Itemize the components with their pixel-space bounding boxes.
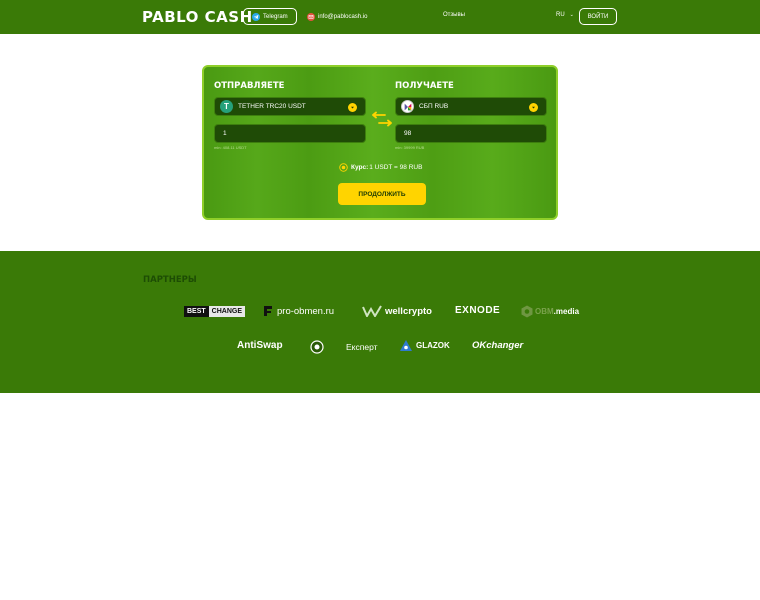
receive-currency-select[interactable]: СБП RUB [395, 97, 547, 116]
telegram-button[interactable]: Telegram [243, 8, 297, 25]
bestchange-part1: BEST [184, 306, 209, 317]
partner-okchanger[interactable]: OKchanger [472, 340, 523, 351]
partners-section: ПАРТНЕРЫ BEST CHANGE pro-obmen.ru wellcry… [0, 251, 760, 393]
ekspert-label: Експерт [346, 342, 378, 352]
login-button[interactable]: ВОЙТИ [579, 8, 617, 25]
rate-icon [339, 163, 348, 172]
mail-icon [307, 12, 315, 21]
send-amount-input[interactable]: 1 [214, 124, 366, 143]
rate-value: 1 USDT = 98 RUB [369, 164, 423, 171]
continue-button[interactable]: ПРОДОЛЖИТЬ [338, 183, 426, 205]
send-min-hint: min: 408.11 USDT [214, 145, 247, 150]
language-selector[interactable]: RU ⌄ [556, 12, 574, 18]
send-currency-select[interactable]: T TETHER TRC20 USDT [214, 97, 366, 116]
tether-icon: T [220, 100, 233, 113]
chevron-down-icon [348, 102, 357, 112]
wellcrypto-icon [362, 305, 382, 317]
exchange-form: ОТПРАВЛЯЕТЕ T TETHER TRC20 USDT 1 min: 4… [202, 65, 558, 220]
partner-pro-obmen[interactable]: pro-obmen.ru [262, 305, 334, 317]
partners-title: ПАРТНЕРЫ [143, 275, 197, 285]
pro-obmen-icon [264, 306, 272, 316]
receive-min-hint: min: 39999 RUB [395, 145, 425, 150]
swap-arrows-icon[interactable] [372, 111, 392, 127]
header: PABLO CASH Telegram info@pablocash.io От… [0, 0, 760, 34]
partner-glazok[interactable]: GLAZOK [399, 339, 450, 352]
rate-label: Курс: [351, 164, 369, 171]
partner-obmen-media[interactable]: OBM .media [521, 305, 579, 318]
partner-antiswap[interactable]: AntiSwap [237, 340, 283, 351]
language-value: RU [556, 12, 565, 18]
nav-reviews-link[interactable]: Отзывы [443, 12, 465, 18]
chevron-down-icon [529, 102, 538, 112]
glazok-icon [400, 340, 412, 351]
telegram-label: Telegram [263, 13, 288, 20]
bestchange-part2: CHANGE [208, 306, 246, 317]
obmen-media-icon [521, 305, 533, 318]
obmen-media-part2: .media [553, 307, 580, 316]
partner-ekspert[interactable]: Експерт [310, 340, 378, 354]
pro-obmen-label: pro-obmen.ru [277, 305, 335, 317]
site-logo[interactable]: PABLO CASH [142, 8, 253, 26]
partner-exnode[interactable]: EXNODE [455, 305, 500, 316]
ekspert-icon [310, 340, 324, 354]
email-text: info@pablocash.io [318, 13, 368, 20]
chevron-down-icon: ⌄ [569, 12, 574, 18]
exchange-rate: Курс: 1 USDT = 98 RUB [339, 163, 422, 172]
partner-wellcrypto[interactable]: wellcrypto [362, 305, 432, 317]
send-currency-label: TETHER TRC20 USDT [238, 103, 306, 110]
wellcrypto-label: wellcrypto [385, 305, 432, 317]
sbp-icon [401, 100, 414, 113]
receive-amount-input[interactable]: 98 [395, 124, 547, 143]
obmen-media-part1: OBM [535, 307, 554, 316]
receive-currency-label: СБП RUB [419, 103, 449, 110]
telegram-icon [252, 12, 260, 21]
receive-title: ПОЛУЧАЕТЕ [395, 81, 454, 91]
partner-bestchange[interactable]: BEST CHANGE [184, 305, 246, 318]
send-title: ОТПРАВЛЯЕТЕ [214, 81, 285, 91]
email-link[interactable]: info@pablocash.io [305, 8, 375, 25]
glazok-label: GLAZOK [416, 341, 450, 350]
